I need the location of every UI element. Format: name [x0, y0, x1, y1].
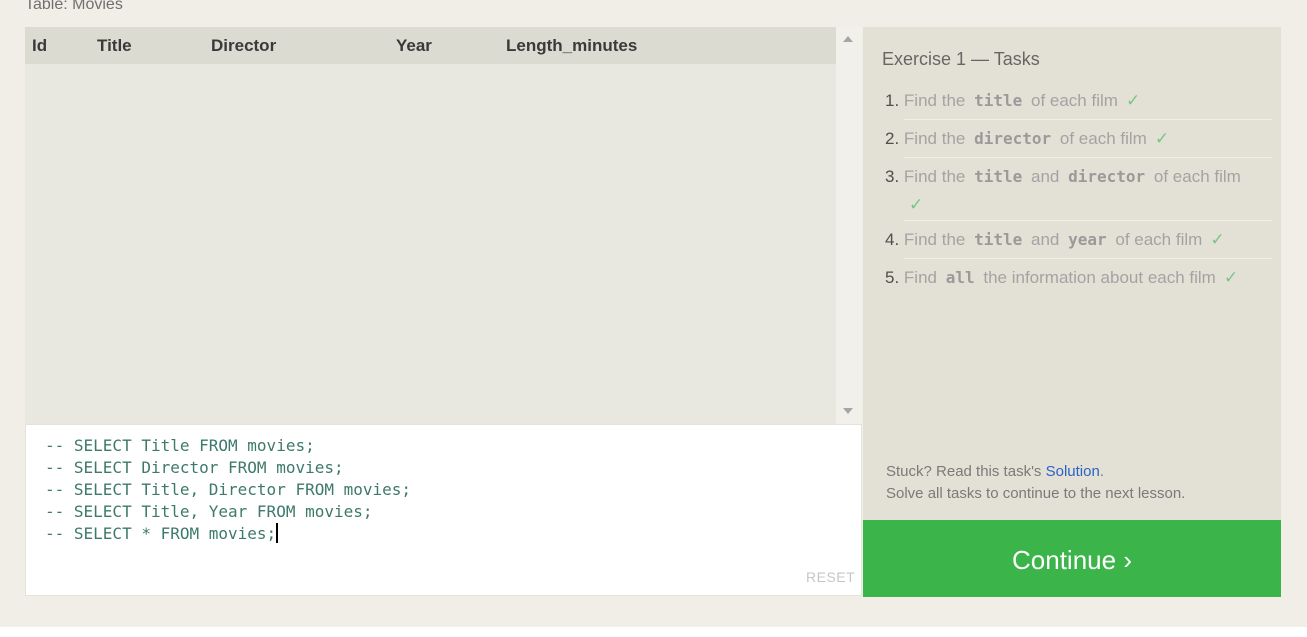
task-number: 1. [885, 91, 900, 110]
check-icon: ✓ [1154, 129, 1170, 148]
code-line[interactable]: -- SELECT Title, Director FROM movies; [45, 479, 411, 501]
task-item-1: 1. Find the title of each film ✓ [885, 87, 1273, 115]
task-code: director [1068, 167, 1146, 186]
task-item-5: 5. Find all the information about each f… [885, 264, 1273, 292]
task-text: Find [903, 268, 937, 287]
task-code: all [945, 268, 975, 287]
scroll-down-icon[interactable] [843, 408, 853, 414]
check-icon: ✓ [1210, 230, 1225, 249]
column-header-title: Title [97, 36, 132, 55]
task-divider [904, 258, 1272, 259]
task-text: and [1031, 230, 1060, 249]
task-text: Find the [903, 230, 966, 249]
exercise-title: Exercise 1 — Tasks [882, 49, 1040, 69]
check-icon: ✓ [1223, 268, 1239, 287]
task-code: title [974, 167, 1023, 186]
task-text: of each film [1115, 230, 1203, 249]
reset-button[interactable]: RESET [806, 569, 855, 585]
sql-editor[interactable]: -- SELECT Title FROM movies; -- SELECT D… [25, 424, 862, 596]
task-number: 2. [885, 129, 900, 148]
task-item-3: 3. Find the title and director of each f… [885, 163, 1273, 219]
results-table: Id Title Director Year Length_minutes [25, 27, 836, 424]
tasks-panel: Exercise 1 — Tasks 1. Find the title of … [863, 27, 1281, 520]
task-code: director [974, 129, 1052, 148]
page-footer-strip [0, 627, 1307, 637]
task-code: title [974, 230, 1023, 249]
continue-button[interactable]: Continue › [863, 520, 1281, 597]
solution-link[interactable]: Solution [1046, 463, 1100, 480]
code-line-text: -- SELECT * FROM movies; [45, 524, 277, 543]
task-text: of each film [1031, 91, 1118, 110]
code-line-current[interactable]: -- SELECT * FROM movies; [45, 523, 279, 545]
task-text: Find the [903, 129, 966, 148]
check-icon: ✓ [909, 195, 924, 214]
stuck-period: . [1099, 463, 1104, 480]
task-text: of each film [1153, 167, 1241, 186]
task-divider [904, 119, 1272, 120]
results-header: Id Title Director Year Length_minutes [25, 27, 836, 64]
results-scrollbar[interactable] [836, 27, 862, 424]
task-text: the information about each film [983, 268, 1216, 287]
task-item-2: 2. Find the director of each film ✓ [885, 125, 1273, 153]
scroll-up-icon[interactable] [843, 36, 853, 42]
task-item-4: 4. Find the title and year of each film ✓ [885, 226, 1273, 254]
column-header-year: Year [396, 36, 432, 55]
column-header-director: Director [211, 36, 277, 55]
column-header-length-minutes: Length_minutes [506, 36, 638, 55]
code-line[interactable]: -- SELECT Title, Year FROM movies; [45, 501, 373, 523]
task-text: of each film [1059, 129, 1147, 148]
code-line[interactable]: -- SELECT Title FROM movies; [45, 435, 315, 457]
task-code: year [1068, 230, 1107, 249]
text-cursor [276, 523, 279, 543]
task-divider [904, 157, 1272, 158]
task-number: 3. [885, 167, 900, 186]
check-icon: ✓ [1125, 91, 1141, 110]
task-divider [904, 220, 1272, 221]
task-text: Find the [903, 167, 966, 186]
column-header-id: Id [32, 36, 48, 55]
solve-all-text: Solve all tasks to continue to the next … [886, 485, 1186, 502]
table-caption: Table: Movies [25, 0, 123, 13]
stuck-text: Stuck? Read this task's [886, 463, 1042, 480]
task-text: and [1031, 167, 1060, 186]
task-text: Find the [903, 91, 966, 110]
task-code: title [974, 91, 1023, 110]
code-line[interactable]: -- SELECT Director FROM movies; [45, 457, 344, 479]
help-text: Stuck? Read this task's Solution. Solve … [886, 461, 1185, 505]
task-number: 4. [885, 230, 900, 249]
task-number: 5. [885, 268, 900, 287]
